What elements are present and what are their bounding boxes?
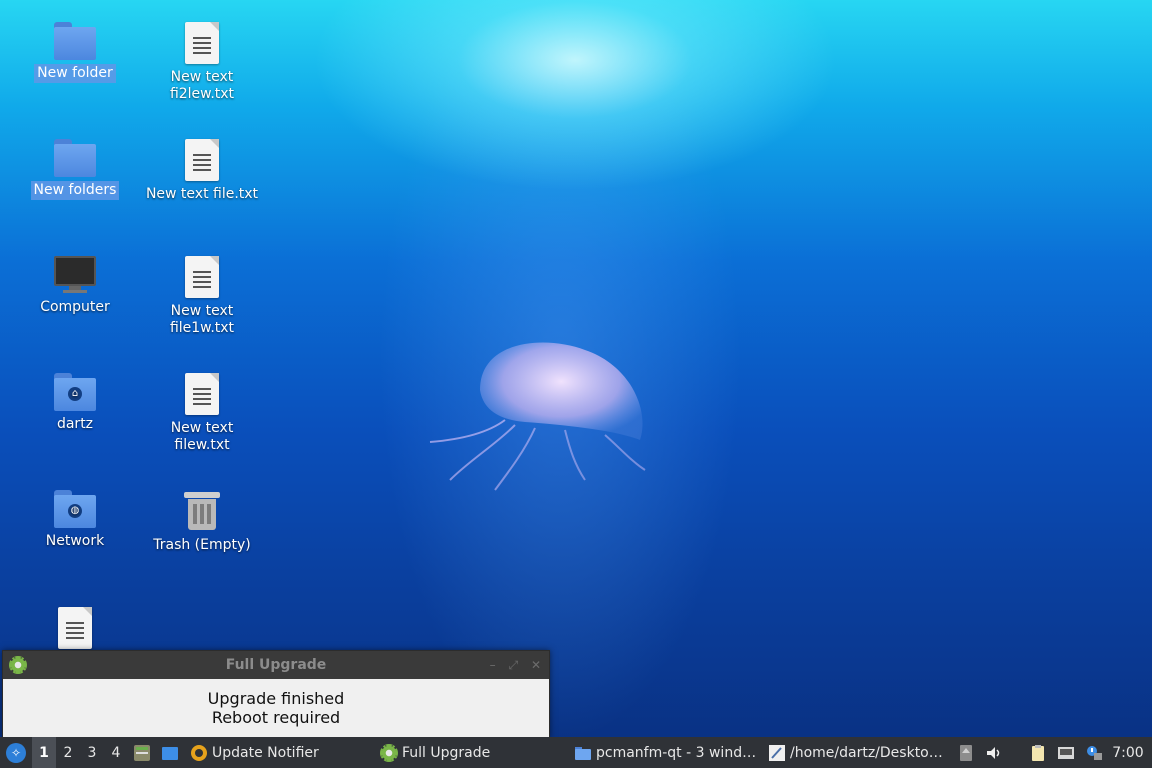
task-label: /home/dartz/Deskto… (790, 744, 943, 761)
folder-icon (54, 139, 96, 177)
jellyfish-wallpaper (429, 342, 646, 491)
desktop-icon-new-folder[interactable]: New folder (15, 22, 135, 83)
desktop-icon-text-file[interactable]: New text fi2lew.txt (142, 22, 262, 104)
desktop-icon-label: New text file1w.txt (169, 303, 235, 336)
maximize-button[interactable]: ⤢ (509, 658, 519, 672)
desktop-icon-label: New folders (30, 181, 120, 200)
desktop-icon-text-file[interactable] (15, 607, 135, 653)
text-file-icon (58, 607, 92, 649)
desktop-icon-label: Network (45, 533, 105, 549)
dialog-message-line1: Upgrade finished (207, 689, 345, 708)
dialog-titlebar[interactable]: Full Upgrade – ⤢ ✕ (3, 651, 549, 679)
file-manager-icon (134, 744, 150, 761)
volume-icon (987, 746, 1000, 759)
folder-icon (54, 22, 96, 60)
desktop-switch-2[interactable]: 2 (56, 737, 80, 768)
minimize-button[interactable]: – (490, 658, 496, 672)
taskbar: ✧ 1 2 3 4 Update Notifier Full Upgrade p… (0, 737, 1152, 768)
desktop-switch-3[interactable]: 3 (80, 737, 104, 768)
text-file-icon (185, 139, 219, 181)
tray-spacer (1008, 737, 1024, 768)
desktop-icon-text-file[interactable]: New text file.txt (142, 139, 262, 204)
update-available-icon (1087, 745, 1102, 760)
desktop-icon-computer[interactable]: Computer (15, 256, 135, 317)
network-icon (1058, 746, 1074, 759)
desktop-icon-network[interactable]: ◍ Network (15, 490, 135, 551)
text-file-icon (185, 256, 219, 298)
desktop-icon-home[interactable]: ⌂ dartz (15, 373, 135, 434)
lubuntu-logo-icon: ✧ (6, 742, 26, 763)
gear-icon (9, 656, 27, 674)
desktop-icon-label: Computer (40, 299, 110, 315)
desktop-icon-label: New folder (34, 64, 116, 83)
home-folder-icon: ⌂ (54, 373, 96, 411)
desktop-icon-label: New text filew.txt (170, 420, 234, 453)
close-button[interactable]: ✕ (531, 658, 541, 672)
tray-updates[interactable] (1080, 737, 1108, 768)
task-label: Full Upgrade (402, 744, 491, 761)
tray-clipboard[interactable] (1024, 737, 1052, 768)
network-folder-icon: ◍ (54, 490, 96, 528)
desktop-switch-4[interactable]: 4 (104, 737, 128, 768)
desktop-switch-1[interactable]: 1 (32, 737, 56, 768)
show-desktop-icon (162, 746, 178, 760)
task-update-notifier[interactable]: Update Notifier (184, 737, 374, 768)
clock[interactable]: 7:00 (1108, 737, 1148, 768)
trash-icon (184, 490, 220, 532)
task-label: pcmanfm-qt - 3 wind… (596, 744, 757, 761)
tray-volume[interactable] (980, 737, 1008, 768)
computer-icon (54, 256, 96, 294)
quicklaunch-file-manager[interactable] (128, 737, 156, 768)
start-menu-button[interactable]: ✧ (0, 737, 32, 768)
desktop-icon-label: Trash (Empty) (153, 537, 251, 553)
gear-icon (380, 743, 398, 762)
task-full-upgrade[interactable]: Full Upgrade (374, 737, 568, 768)
desktop-icon-new-folders[interactable]: New folders (15, 139, 135, 200)
quicklaunch-show-desktop[interactable] (156, 737, 184, 768)
desktop-icon-label: dartz (56, 416, 94, 432)
clipboard-icon (1032, 744, 1044, 761)
desktop-icon-trash[interactable]: Trash (Empty) (142, 490, 262, 555)
tray-removable-media[interactable] (952, 737, 980, 768)
text-editor-icon (769, 744, 785, 761)
desktop-icon-label: New text file.txt (145, 186, 259, 202)
text-file-icon (185, 373, 219, 415)
full-upgrade-dialog: Full Upgrade – ⤢ ✕ Upgrade finished Rebo… (2, 650, 550, 738)
dialog-content: Upgrade finished Reboot required (3, 679, 549, 727)
desktop-icon-text-file[interactable]: New text filew.txt (142, 373, 262, 455)
task-pcmanfm[interactable]: pcmanfm-qt - 3 wind… (568, 737, 762, 768)
dialog-title: Full Upgrade (225, 657, 327, 673)
task-text-editor[interactable]: /home/dartz/Deskto… (762, 737, 952, 768)
desktop-icon-text-file[interactable]: New text file1w.txt (142, 256, 262, 338)
eject-icon (960, 744, 972, 761)
dialog-message-line2: Reboot required (211, 708, 341, 727)
folder-icon (575, 746, 591, 760)
update-notifier-icon (191, 744, 207, 761)
text-file-icon (185, 22, 219, 64)
task-label: Update Notifier (212, 744, 319, 761)
tray-network[interactable] (1052, 737, 1080, 768)
desktop-icon-label: New text fi2lew.txt (169, 69, 235, 102)
